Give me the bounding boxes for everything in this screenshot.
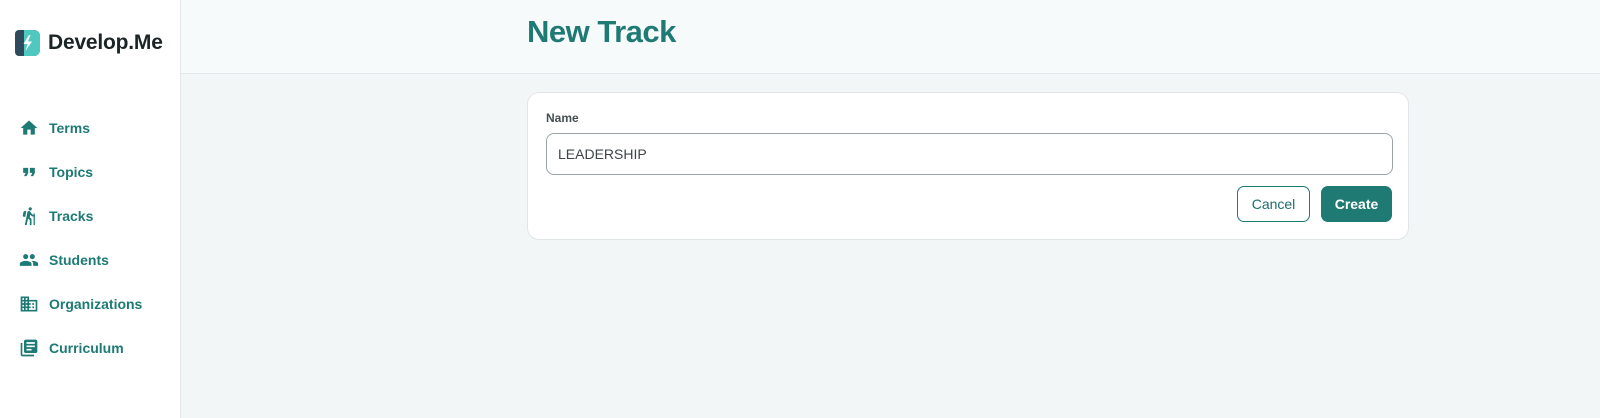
sidebar-nav: Terms Topics Tracks Students Organizatio…: [0, 106, 180, 370]
sidebar-item-curriculum[interactable]: Curriculum: [0, 326, 180, 370]
sidebar-item-terms[interactable]: Terms: [0, 106, 180, 150]
sidebar-item-tracks[interactable]: Tracks: [0, 194, 180, 238]
hiker-icon: [18, 205, 40, 227]
lightning-bolt-logo-icon: [15, 30, 40, 56]
page-header: New Track: [181, 0, 1600, 74]
name-input[interactable]: [546, 133, 1393, 175]
name-field-label: Name: [546, 111, 579, 125]
quote-icon: [18, 161, 40, 183]
brand-name: Develop.Me: [48, 31, 163, 54]
sidebar-item-label: Students: [49, 252, 109, 268]
sidebar-item-students[interactable]: Students: [0, 238, 180, 282]
building-icon: [18, 293, 40, 315]
sidebar-item-label: Curriculum: [49, 340, 124, 356]
sidebar-item-label: Organizations: [49, 296, 143, 312]
people-icon: [18, 249, 40, 271]
new-track-form-card: Name Cancel Create: [527, 92, 1409, 240]
brand[interactable]: Develop.Me: [15, 29, 163, 57]
sidebar-item-topics[interactable]: Topics: [0, 150, 180, 194]
sidebar-item-label: Tracks: [49, 208, 94, 224]
create-button[interactable]: Create: [1321, 186, 1392, 222]
home-icon: [18, 117, 40, 139]
library-books-icon: [18, 337, 40, 359]
sidebar-item-organizations[interactable]: Organizations: [0, 282, 180, 326]
sidebar-item-label: Topics: [49, 164, 94, 180]
app-root: Develop.Me Terms Topics Tracks Students …: [0, 0, 1600, 418]
cancel-button[interactable]: Cancel: [1237, 186, 1310, 222]
sidebar: Develop.Me Terms Topics Tracks Students …: [0, 0, 181, 418]
page-title: New Track: [527, 14, 676, 49]
sidebar-item-label: Terms: [49, 120, 90, 136]
